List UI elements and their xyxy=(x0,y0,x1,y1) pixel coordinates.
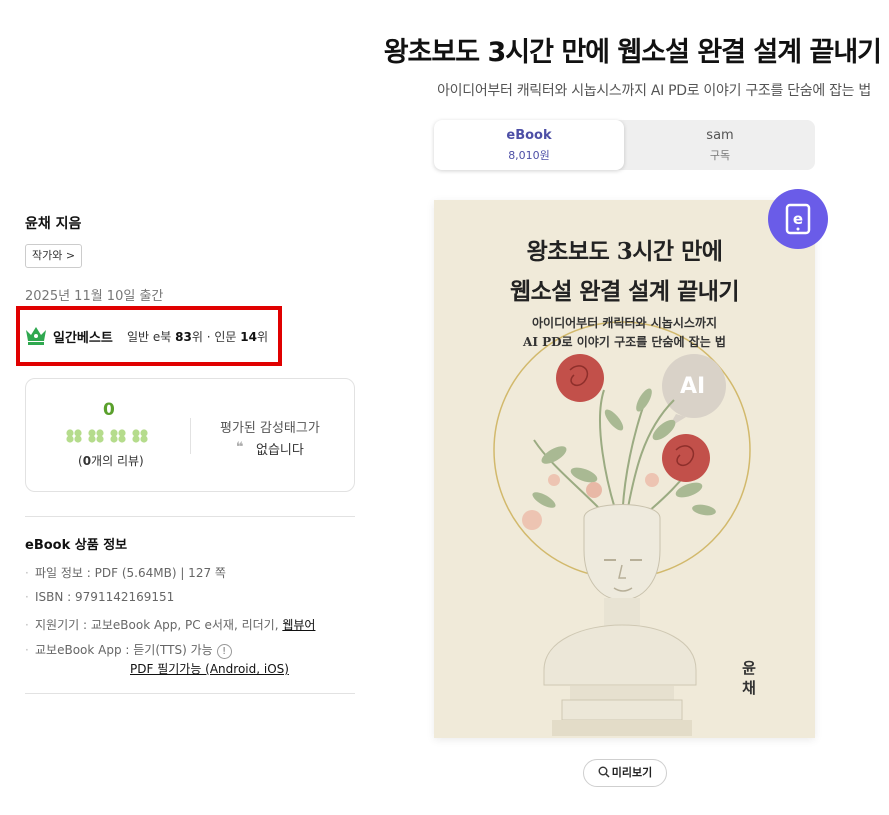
divider xyxy=(25,516,355,517)
svg-text:e: e xyxy=(793,210,803,228)
crown-icon xyxy=(26,327,46,345)
tab-ebook-label: eBook xyxy=(506,128,552,143)
ebook-icon: e xyxy=(785,203,811,235)
cover-author-char2: 채 xyxy=(742,679,756,697)
divider xyxy=(25,693,355,694)
rank-humanities: 14 xyxy=(240,330,257,344)
cover-subtitle-line2: AI PD로 이야기 구조를 단숨에 잡는 법 xyxy=(523,335,726,349)
tab-sam[interactable]: sam 구독 xyxy=(625,120,815,170)
cover-ai-bubble: AI xyxy=(680,374,706,399)
author-name[interactable]: 윤채 지음 xyxy=(25,213,81,233)
review-score: 0 xyxy=(103,400,115,420)
rank-ebook: 83 xyxy=(175,330,192,344)
pdf-note-link[interactable]: PDF 필기가능 (Android, iOS) xyxy=(130,660,289,677)
cover-subtitle-line1: 아이디어부터 캐릭터와 시놉시스까지 xyxy=(532,316,717,330)
cover-author-char1: 윤 xyxy=(742,659,756,677)
quote-icon: ❝ xyxy=(236,440,244,455)
emotion-tag-label: 평가된 감성태그가 xyxy=(220,421,320,436)
rank-suffix: 위 xyxy=(256,330,268,344)
rank-prefix: 일반 e북 xyxy=(127,330,176,344)
help-icon[interactable]: ! xyxy=(216,644,232,659)
author-detail-button[interactable]: 작가와 > xyxy=(25,244,83,268)
app-info: · 교보eBook App : 듣기(TTS) 가능! xyxy=(25,641,232,659)
clover-icon xyxy=(66,429,148,443)
preview-label: 미리보기 xyxy=(611,766,653,779)
bestseller-rank[interactable]: 일반 e북 83위 · 인문 14위 xyxy=(127,328,268,345)
tab-sam-sub: 구독 xyxy=(709,149,731,162)
publish-date: 2025년 11월 10일 출간 xyxy=(25,289,164,304)
format-tabs: eBook 8,010원 sam 구독 xyxy=(434,120,815,170)
ebook-badge: e xyxy=(768,189,828,249)
book-title: 왕초보도 3시간 만에 웹소설 완결 설계 끝내기 xyxy=(383,37,882,68)
tab-sam-label: sam xyxy=(706,128,734,143)
cover-title-line1: 왕초보도 3시간 만에 xyxy=(526,238,723,265)
review-count-suffix: 개의 리뷰) xyxy=(91,454,144,468)
review-count-number: 0 xyxy=(82,454,92,468)
web-viewer-link[interactable]: 웹뷰어 xyxy=(282,618,315,632)
devices-info: · 지원기기 : 교보eBook App, PC e서재, 리더기, 웹뷰어 xyxy=(25,618,316,632)
devices-text: 지원기기 : 교보eBook App, PC e서재, 리더기, xyxy=(35,618,283,632)
tab-ebook-price: 8,010원 xyxy=(508,149,550,162)
rank-mid: 위 · 인문 xyxy=(191,330,241,344)
file-info: · 파일 정보 : PDF (5.64MB) | 127 쪽 xyxy=(25,566,226,580)
tab-ebook[interactable]: eBook 8,010원 xyxy=(434,120,624,170)
cover-author: 윤채 xyxy=(738,658,760,698)
review-count: (0개의 리뷰) xyxy=(78,452,144,469)
emotion-tag-empty: 없습니다 xyxy=(256,443,304,458)
app-info-text: 교보eBook App : 듣기(TTS) 가능 xyxy=(35,643,213,657)
review-divider xyxy=(190,418,191,454)
preview-button[interactable]: 미리보기 xyxy=(583,759,667,787)
book-subtitle: 아이디어부터 캐릭터와 시놉시스까지 AI PD로 이야기 구조를 단숨에 잡는… xyxy=(437,83,871,99)
file-info-text: 파일 정보 : PDF (5.64MB) | 127 쪽 xyxy=(35,566,226,580)
bestseller-label[interactable]: 일간베스트 xyxy=(53,327,113,346)
search-icon xyxy=(598,766,610,778)
isbn-text: ISBN : 9791142169151 xyxy=(35,590,175,604)
book-cover[interactable]: 왕초보도 3시간 만에 웹소설 완결 설계 끝내기 아이디어부터 캐릭터와 시놉… xyxy=(434,200,815,738)
ebook-info-title: eBook 상품 정보 xyxy=(25,538,128,553)
isbn-info: · ISBN : 9791142169151 xyxy=(25,590,175,604)
cover-title-line2: 웹소설 완결 설계 끝내기 xyxy=(509,278,740,305)
